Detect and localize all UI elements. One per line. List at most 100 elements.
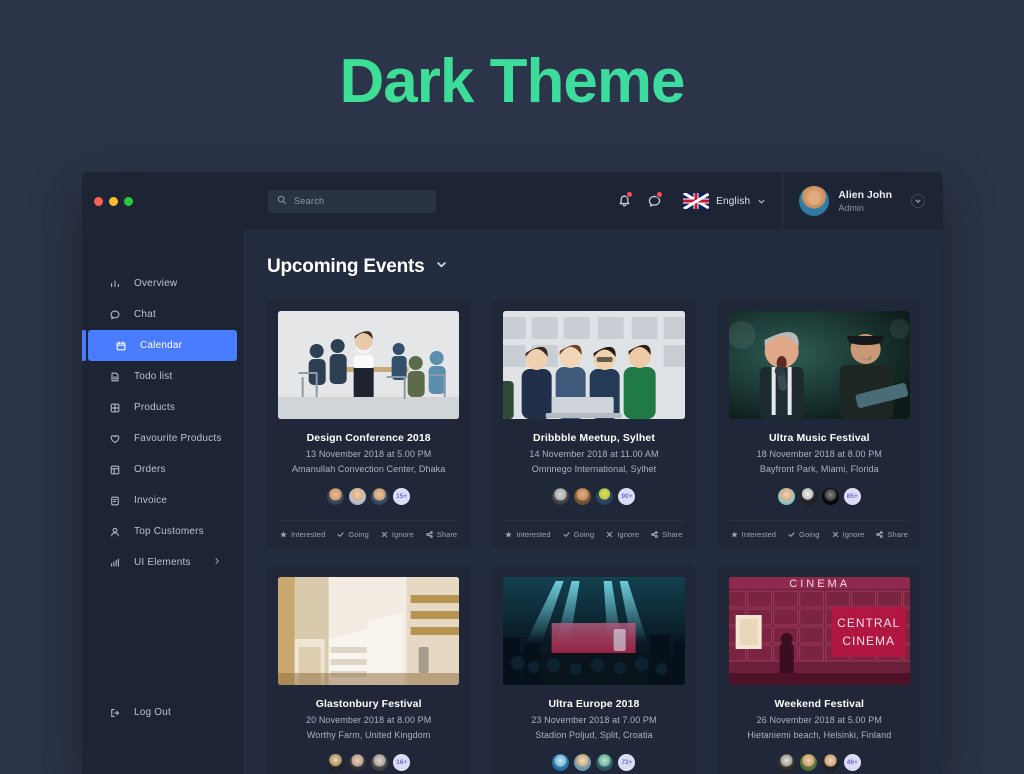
sidebar-item-label: Favourite Products <box>134 433 222 444</box>
sidebar-item-invoice[interactable]: Invoice <box>82 485 243 516</box>
check-icon <box>788 531 795 538</box>
event-title: Dribbble Meetup, Sylhet <box>533 432 655 444</box>
going-button[interactable]: Going <box>337 530 369 539</box>
attendee-count-badge[interactable]: 72+ <box>617 753 637 772</box>
sidebar-item-log-out[interactable]: Log Out <box>82 697 243 728</box>
chat-icon <box>108 308 121 321</box>
interested-button[interactable]: Interested <box>730 530 777 539</box>
heart-icon <box>108 432 121 445</box>
sidebar-item-label: Products <box>134 402 176 413</box>
notifications-button[interactable] <box>609 186 639 216</box>
sidebar-item-overview[interactable]: Overview <box>82 268 243 299</box>
minimize-window-button[interactable] <box>109 196 118 206</box>
event-card[interactable]: Dribbble Meetup, Sylhet 14 November 2018… <box>492 300 696 548</box>
star-icon <box>280 531 287 538</box>
event-card[interactable]: Ultra Europe 2018 23 November 2018 at 7.… <box>492 566 696 774</box>
chevron-down-icon <box>915 199 921 203</box>
attendee-count-badge[interactable]: 90+ <box>617 487 637 506</box>
close-window-button[interactable] <box>94 196 103 206</box>
event-date: 23 November 2018 at 7.00 PM <box>531 715 657 725</box>
event-card[interactable]: Ultra Music Festival 18 November 2018 at… <box>717 300 921 548</box>
going-button[interactable]: Going <box>788 530 820 539</box>
events-grid: Design Conference 2018 13 November 2018 … <box>267 300 921 774</box>
action-label: Ignore <box>391 530 414 539</box>
svg-text:CINEMA: CINEMA <box>789 578 850 590</box>
sidebar-item-orders[interactable]: Orders <box>82 454 243 485</box>
event-card[interactable]: Glastonbury Festival 20 November 2018 at… <box>267 566 471 774</box>
action-label: Ignore <box>617 530 640 539</box>
section-title-dropdown-button[interactable] <box>435 258 448 276</box>
share-button[interactable]: Share <box>876 530 908 539</box>
action-label: Interested <box>291 530 326 539</box>
sidebar-item-label: Chat <box>134 309 156 320</box>
attendee-avatar <box>595 753 615 772</box>
share-button[interactable]: Share <box>426 530 458 539</box>
user-menu[interactable]: Alien John Admin <box>799 186 925 216</box>
app-window: English Alien John Admin <box>82 172 943 774</box>
ignore-button[interactable]: Ignore <box>832 530 865 539</box>
user-menu-chevron-button[interactable] <box>911 194 925 208</box>
action-label: Share <box>436 530 458 539</box>
action-label: Interested <box>741 530 777 539</box>
content-header: Upcoming Events <box>267 256 921 278</box>
language-selector[interactable]: English <box>683 193 766 209</box>
share-icon <box>876 531 884 538</box>
topbar-right-group: English Alien John Admin <box>609 172 943 230</box>
event-title: Glastonbury Festival <box>315 698 422 710</box>
sidebar-item-label: Log Out <box>134 707 171 718</box>
document-icon <box>108 370 121 383</box>
attendee-count-badge[interactable]: 15+ <box>392 487 412 506</box>
sidebar-item-top-customers[interactable]: Top Customers <box>82 516 243 547</box>
message-badge <box>656 191 664 198</box>
star-icon <box>730 531 738 538</box>
sidebar-item-products[interactable]: Products <box>82 392 243 423</box>
attendee-avatar <box>348 487 368 506</box>
ignore-button[interactable]: Ignore <box>381 530 414 539</box>
share-icon <box>426 531 433 538</box>
event-card[interactable]: Design Conference 2018 13 November 2018 … <box>267 300 471 548</box>
attendee-count-badge[interactable]: 85+ <box>842 487 862 506</box>
event-date: 13 November 2018 at 5.00 PM <box>306 449 432 459</box>
attendee-avatars: 15+ <box>278 487 459 506</box>
going-button[interactable]: Going <box>563 530 595 539</box>
sidebar-item-todo-list[interactable]: Todo list <box>82 361 243 392</box>
attendee-avatars: 72+ <box>503 753 684 772</box>
action-label: Ignore <box>842 530 865 539</box>
attendee-avatars: 46+ <box>729 753 910 772</box>
svg-text:CINEMA: CINEMA <box>842 634 895 648</box>
attendee-count-badge[interactable]: 46+ <box>842 753 862 772</box>
card-actions: Interested Going Ignore Share <box>503 520 685 548</box>
language-label: English <box>716 195 751 207</box>
search-input[interactable] <box>294 196 427 206</box>
team-at-laptop-photo <box>503 311 685 419</box>
event-place: Amanullah Convection Center, Dhaka <box>291 464 446 474</box>
invoice-icon <box>108 494 121 507</box>
event-place: Omnnego International, Sylhet <box>531 464 657 474</box>
sidebar-item-ui-elements[interactable]: UI Elements <box>82 547 243 578</box>
attendee-avatar <box>551 753 571 772</box>
event-title: Ultra Music Festival <box>769 432 870 444</box>
event-card[interactable]: CINEMA CENTRAL CINEMA Weekend Festival 2… <box>717 566 921 774</box>
chevron-right-icon <box>213 557 221 568</box>
sidebar-item-calendar[interactable]: Calendar <box>82 330 237 361</box>
singer-on-stage-photo <box>728 311 910 419</box>
search-box[interactable] <box>268 189 436 213</box>
attendee-avatar <box>348 753 368 772</box>
sidebar-item-favourite-products[interactable]: Favourite Products <box>82 423 243 454</box>
sidebar-item-label: UI Elements <box>134 557 191 568</box>
event-place: Stadion Poljud, Split, Croatia <box>535 730 653 740</box>
event-place: Bayfront Park, Miami, Florida <box>759 464 879 474</box>
svg-text:CENTRAL: CENTRAL <box>837 616 900 630</box>
card-actions: Interested Going Ignore Share <box>278 520 460 548</box>
layout-icon <box>108 463 121 476</box>
interested-button[interactable]: Interested <box>505 530 551 539</box>
maximize-window-button[interactable] <box>124 196 133 206</box>
interested-button[interactable]: Interested <box>280 530 325 539</box>
ignore-button[interactable]: Ignore <box>606 530 639 539</box>
share-button[interactable]: Share <box>651 530 683 539</box>
sidebar-item-chat[interactable]: Chat <box>82 299 243 330</box>
attendee-count-badge[interactable]: 16+ <box>392 753 412 772</box>
close-icon <box>381 531 388 538</box>
messages-button[interactable] <box>639 186 669 216</box>
search-icon <box>277 192 287 210</box>
